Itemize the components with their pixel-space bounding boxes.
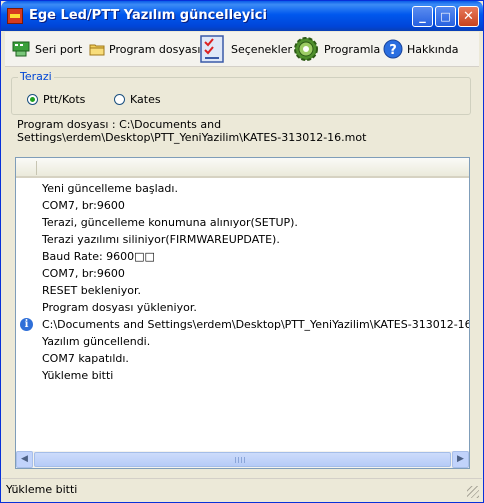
- list-item[interactable]: Yeni güncelleme başladı.: [16, 180, 469, 197]
- program-file-path-line1: Program dosyası : C:\Documents and: [17, 118, 222, 131]
- status-bar: Yükleme bitti: [2, 478, 482, 501]
- list-item-text: Yükleme bitti: [42, 369, 114, 382]
- close-button[interactable]: ✕: [458, 6, 479, 27]
- scroll-grip: [235, 457, 247, 463]
- radio-ptt-kots-label: Ptt/Kots: [43, 93, 86, 106]
- list-item-text: Yazılım güncellendi.: [42, 335, 151, 348]
- options-button[interactable]: Seçenekler: [199, 32, 292, 66]
- radio-kates[interactable]: Kates: [114, 93, 161, 106]
- options-label: Seçenekler: [231, 42, 293, 56]
- list-item[interactable]: Yükleme bitti: [16, 367, 469, 384]
- serial-port-label: Seri port: [35, 42, 83, 56]
- list-item-text: RESET bekleniyor.: [42, 284, 141, 297]
- app-icon: [7, 8, 23, 24]
- list-item[interactable]: Baud Rate: 9600□□: [16, 248, 469, 265]
- program-label: Programla: [324, 42, 381, 56]
- list-item[interactable]: i C:\Documents and Settings\erdem\Desktop…: [16, 316, 469, 333]
- radio-kates-label: Kates: [130, 93, 161, 106]
- radio-button-selected[interactable]: [27, 94, 38, 105]
- program-file-path-line2: Settings\erdem\Desktop\PTT_YeniYazilim\K…: [17, 131, 367, 144]
- scroll-thumb[interactable]: [34, 452, 451, 467]
- svg-text:?: ?: [389, 43, 397, 58]
- resize-grip[interactable]: [467, 486, 479, 498]
- scale-group-title: Terazi: [18, 70, 54, 83]
- list-item-text: Terazi yazılımı siliniyor(FIRMWAREUPDATE…: [42, 233, 280, 246]
- program-file-label: Program dosyası: [109, 42, 201, 56]
- list-item[interactable]: Terazi, güncelleme konumuna alınıyor(SET…: [16, 214, 469, 231]
- list-item[interactable]: Program dosyası yükleniyor.: [16, 299, 469, 316]
- title-bar[interactable]: Ege Led/PTT Yazılım güncelleyici _ □ ✕: [1, 1, 483, 31]
- gear-icon: [292, 35, 320, 63]
- list-item-text: Program dosyası yükleniyor.: [42, 301, 197, 314]
- minimize-button[interactable]: _: [412, 6, 433, 27]
- radio-ptt-kots[interactable]: Ptt/Kots: [27, 93, 85, 106]
- horizontal-scrollbar[interactable]: ◀ ▶: [16, 451, 469, 468]
- help-icon: ?: [383, 39, 403, 59]
- list-item[interactable]: RESET bekleniyor.: [16, 282, 469, 299]
- column-divider[interactable]: [36, 161, 37, 175]
- maximize-button[interactable]: □: [435, 6, 456, 27]
- list-item-text: COM7, br:9600: [42, 199, 125, 212]
- log-list-header[interactable]: [16, 158, 469, 178]
- program-file-path: Program dosyası : C:\Documents and Setti…: [17, 118, 457, 144]
- about-button[interactable]: ? Hakkında: [383, 32, 459, 66]
- scale-groupbox: Terazi Ptt/Kots Kates: [11, 70, 471, 115]
- serial-port-icon: [11, 39, 31, 59]
- list-item-text: Baud Rate: 9600□□: [42, 250, 155, 263]
- list-item-text: C:\Documents and Settings\erdem\Desktop\…: [42, 318, 469, 331]
- scroll-left-arrow[interactable]: ◀: [16, 451, 33, 468]
- list-item[interactable]: Yazılım güncellendi.: [16, 333, 469, 350]
- folder-icon: [89, 41, 105, 57]
- checklist-icon: [199, 34, 227, 64]
- app-window: Ege Led/PTT Yazılım güncelleyici _ □ ✕ S…: [0, 0, 484, 503]
- about-label: Hakkında: [407, 42, 459, 56]
- list-item[interactable]: COM7 kapatıldı.: [16, 350, 469, 367]
- list-item[interactable]: COM7, br:9600: [16, 265, 469, 282]
- list-item-text: COM7 kapatıldı.: [42, 352, 129, 365]
- toolbar: Seri port Program dosyası Seçenekler Pro…: [5, 32, 479, 67]
- list-item-text: COM7, br:9600: [42, 267, 125, 280]
- info-icon: i: [20, 318, 33, 331]
- radio-button[interactable]: [114, 94, 125, 105]
- list-item[interactable]: COM7, br:9600: [16, 197, 469, 214]
- list-item-text: Yeni güncelleme başladı.: [42, 182, 178, 195]
- list-item-text: Terazi, güncelleme konumuna alınıyor(SET…: [42, 216, 298, 229]
- serial-port-button[interactable]: Seri port: [11, 32, 82, 66]
- list-item[interactable]: Terazi yazılımı siliniyor(FIRMWAREUPDATE…: [16, 231, 469, 248]
- window-title: Ege Led/PTT Yazılım güncelleyici: [29, 8, 267, 23]
- program-file-button[interactable]: Program dosyası: [89, 32, 200, 66]
- log-list[interactable]: Yeni güncelleme başladı. COM7, br:9600 Ter…: [15, 157, 470, 469]
- log-rows: Yeni güncelleme başladı. COM7, br:9600 Ter…: [16, 180, 469, 384]
- scroll-right-arrow[interactable]: ▶: [452, 451, 469, 468]
- program-button[interactable]: Programla: [292, 32, 380, 66]
- status-text: Yükleme bitti: [6, 483, 78, 496]
